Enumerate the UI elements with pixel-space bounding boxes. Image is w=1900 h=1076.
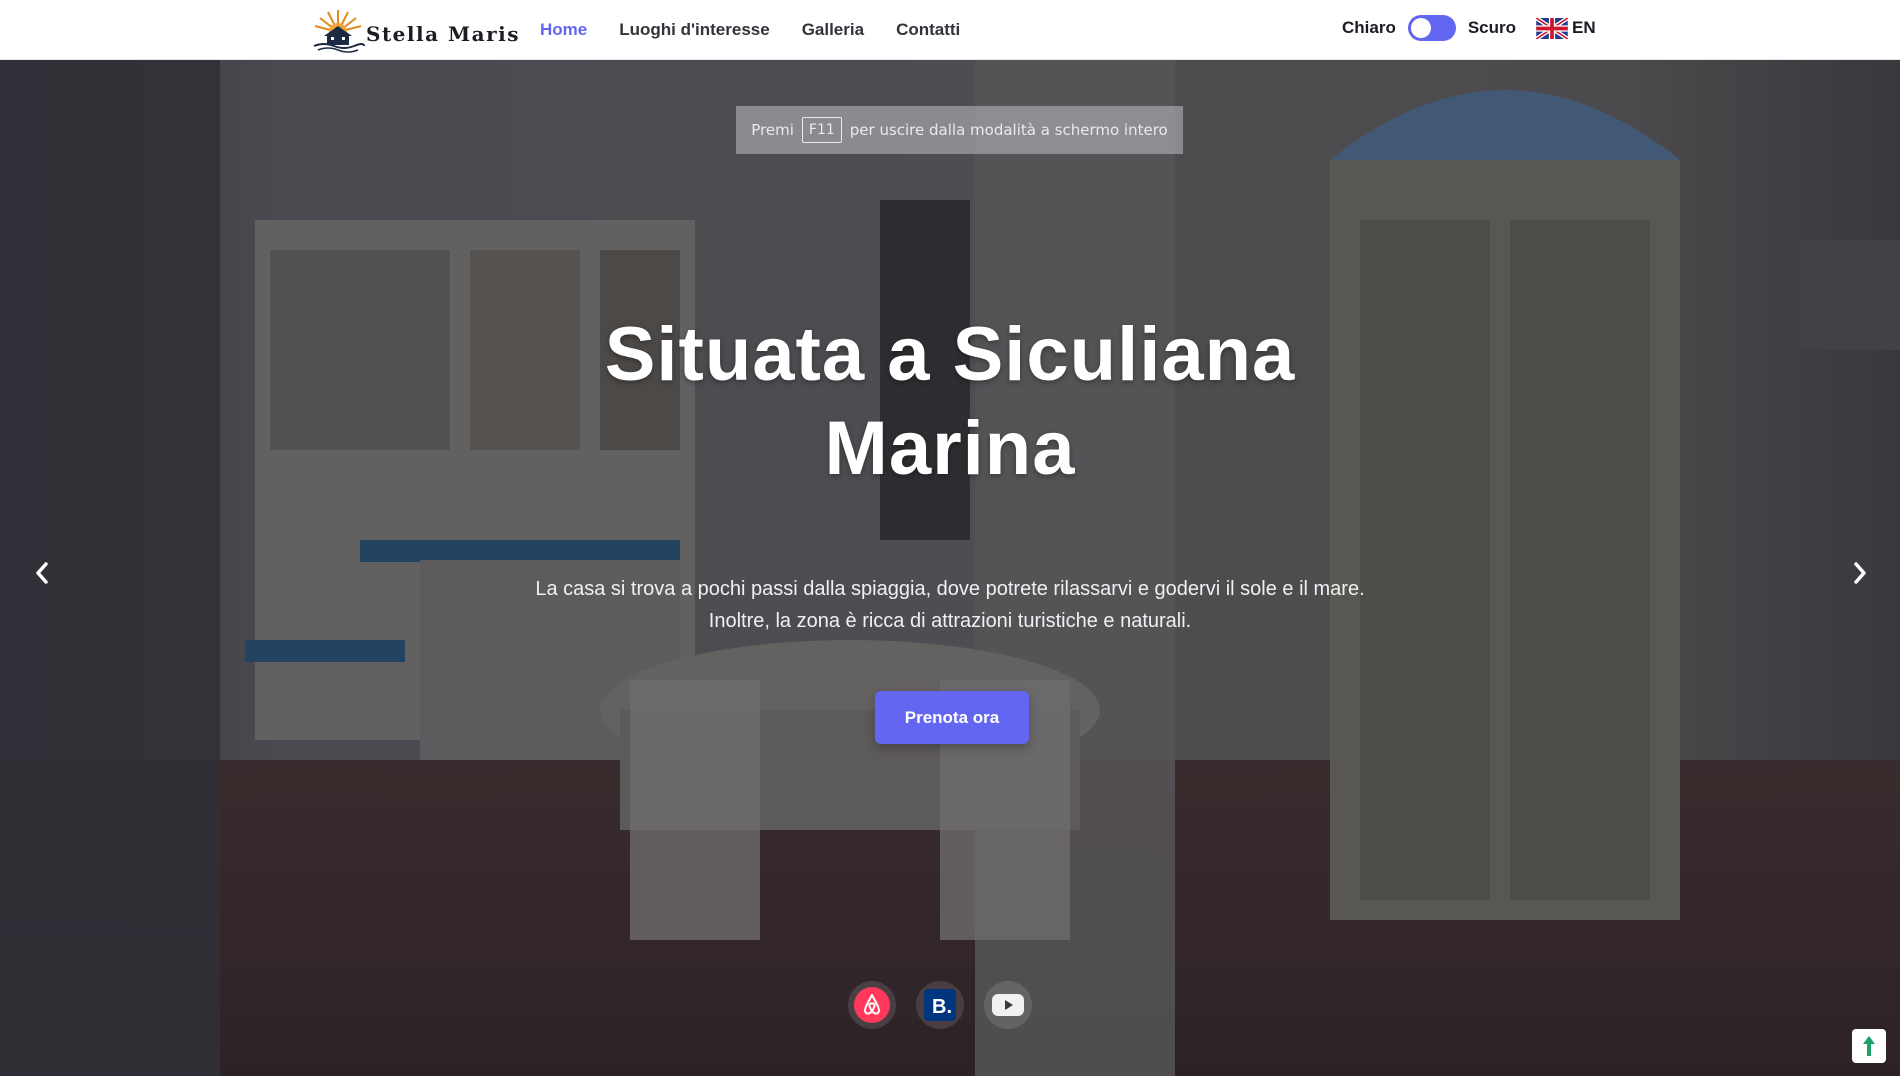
- chevron-right-icon: [1854, 562, 1866, 584]
- sunset-house-logo-icon: [313, 10, 365, 53]
- cookie-settings-button[interactable]: [1852, 1029, 1886, 1063]
- hero-subtitle-line2: Inoltre, la zona è ricca di attrazioni t…: [708, 610, 1192, 632]
- theme-light-label: Chiaro: [1342, 18, 1396, 37]
- fullscreen-hint: Premi F11 per uscire dalla modalità a sc…: [736, 106, 1183, 154]
- theme-dark-label: Scuro: [1467, 18, 1517, 37]
- airbnb-icon: [854, 987, 890, 1023]
- fullscreen-hint-after: per uscire dalla modalità a schermo inte…: [849, 121, 1168, 139]
- fullscreen-hint-key: F11: [801, 117, 842, 143]
- language-code: EN: [1572, 18, 1596, 37]
- social-links: B.: [848, 981, 1032, 1029]
- navbar: Stella Maris Home Luoghi d'interesse Gal…: [0, 0, 1900, 60]
- language-switcher[interactable]: EN: [1536, 0, 1596, 56]
- toggle-knob: [1410, 18, 1431, 38]
- fullscreen-hint-before: Premi: [751, 121, 794, 139]
- theme-toggle[interactable]: [1407, 15, 1456, 41]
- carousel-next-button[interactable]: [1842, 555, 1878, 591]
- youtube-icon: [992, 994, 1024, 1016]
- brand-name: Stella Maris: [366, 22, 521, 46]
- uk-flag-icon: [1536, 17, 1568, 39]
- nav-item-galleria[interactable]: Galleria: [802, 20, 864, 40]
- booking-icon: B.: [924, 989, 956, 1021]
- cookie-icon: [1863, 1036, 1875, 1056]
- book-now-button[interactable]: Prenota ora: [875, 691, 1029, 744]
- hero-carousel: Premi F11 per uscire dalla modalità a sc…: [0, 60, 1900, 1076]
- hero-subtitle-line1: La casa si trova a pochi passi dalla spi…: [535, 578, 1365, 600]
- chevron-left-icon: [36, 562, 48, 584]
- booking-link[interactable]: B.: [916, 981, 964, 1029]
- hero-subtitle: La casa si trova a pochi passi dalla spi…: [450, 573, 1450, 637]
- hero-title-line2: Marina: [824, 406, 1076, 491]
- nav-item-home[interactable]: Home: [540, 20, 587, 40]
- main-nav: Home Luoghi d'interesse Galleria Contatt…: [540, 0, 960, 60]
- youtube-link[interactable]: [984, 981, 1032, 1029]
- nav-item-luoghi[interactable]: Luoghi d'interesse: [619, 20, 769, 40]
- booking-icon-glyph: B.: [932, 996, 952, 1018]
- hero-title: Situata a Siculiana Marina: [450, 308, 1450, 496]
- carousel-prev-button[interactable]: [24, 555, 60, 591]
- brand-logo[interactable]: Stella Maris: [310, 6, 520, 54]
- theme-switch: Chiaro Scuro: [1342, 0, 1516, 56]
- hero-title-line1: Situata a Siculiana: [604, 312, 1296, 397]
- hero-overlay: [0, 60, 1900, 1076]
- nav-item-contatti[interactable]: Contatti: [896, 20, 960, 40]
- airbnb-link[interactable]: [848, 981, 896, 1029]
